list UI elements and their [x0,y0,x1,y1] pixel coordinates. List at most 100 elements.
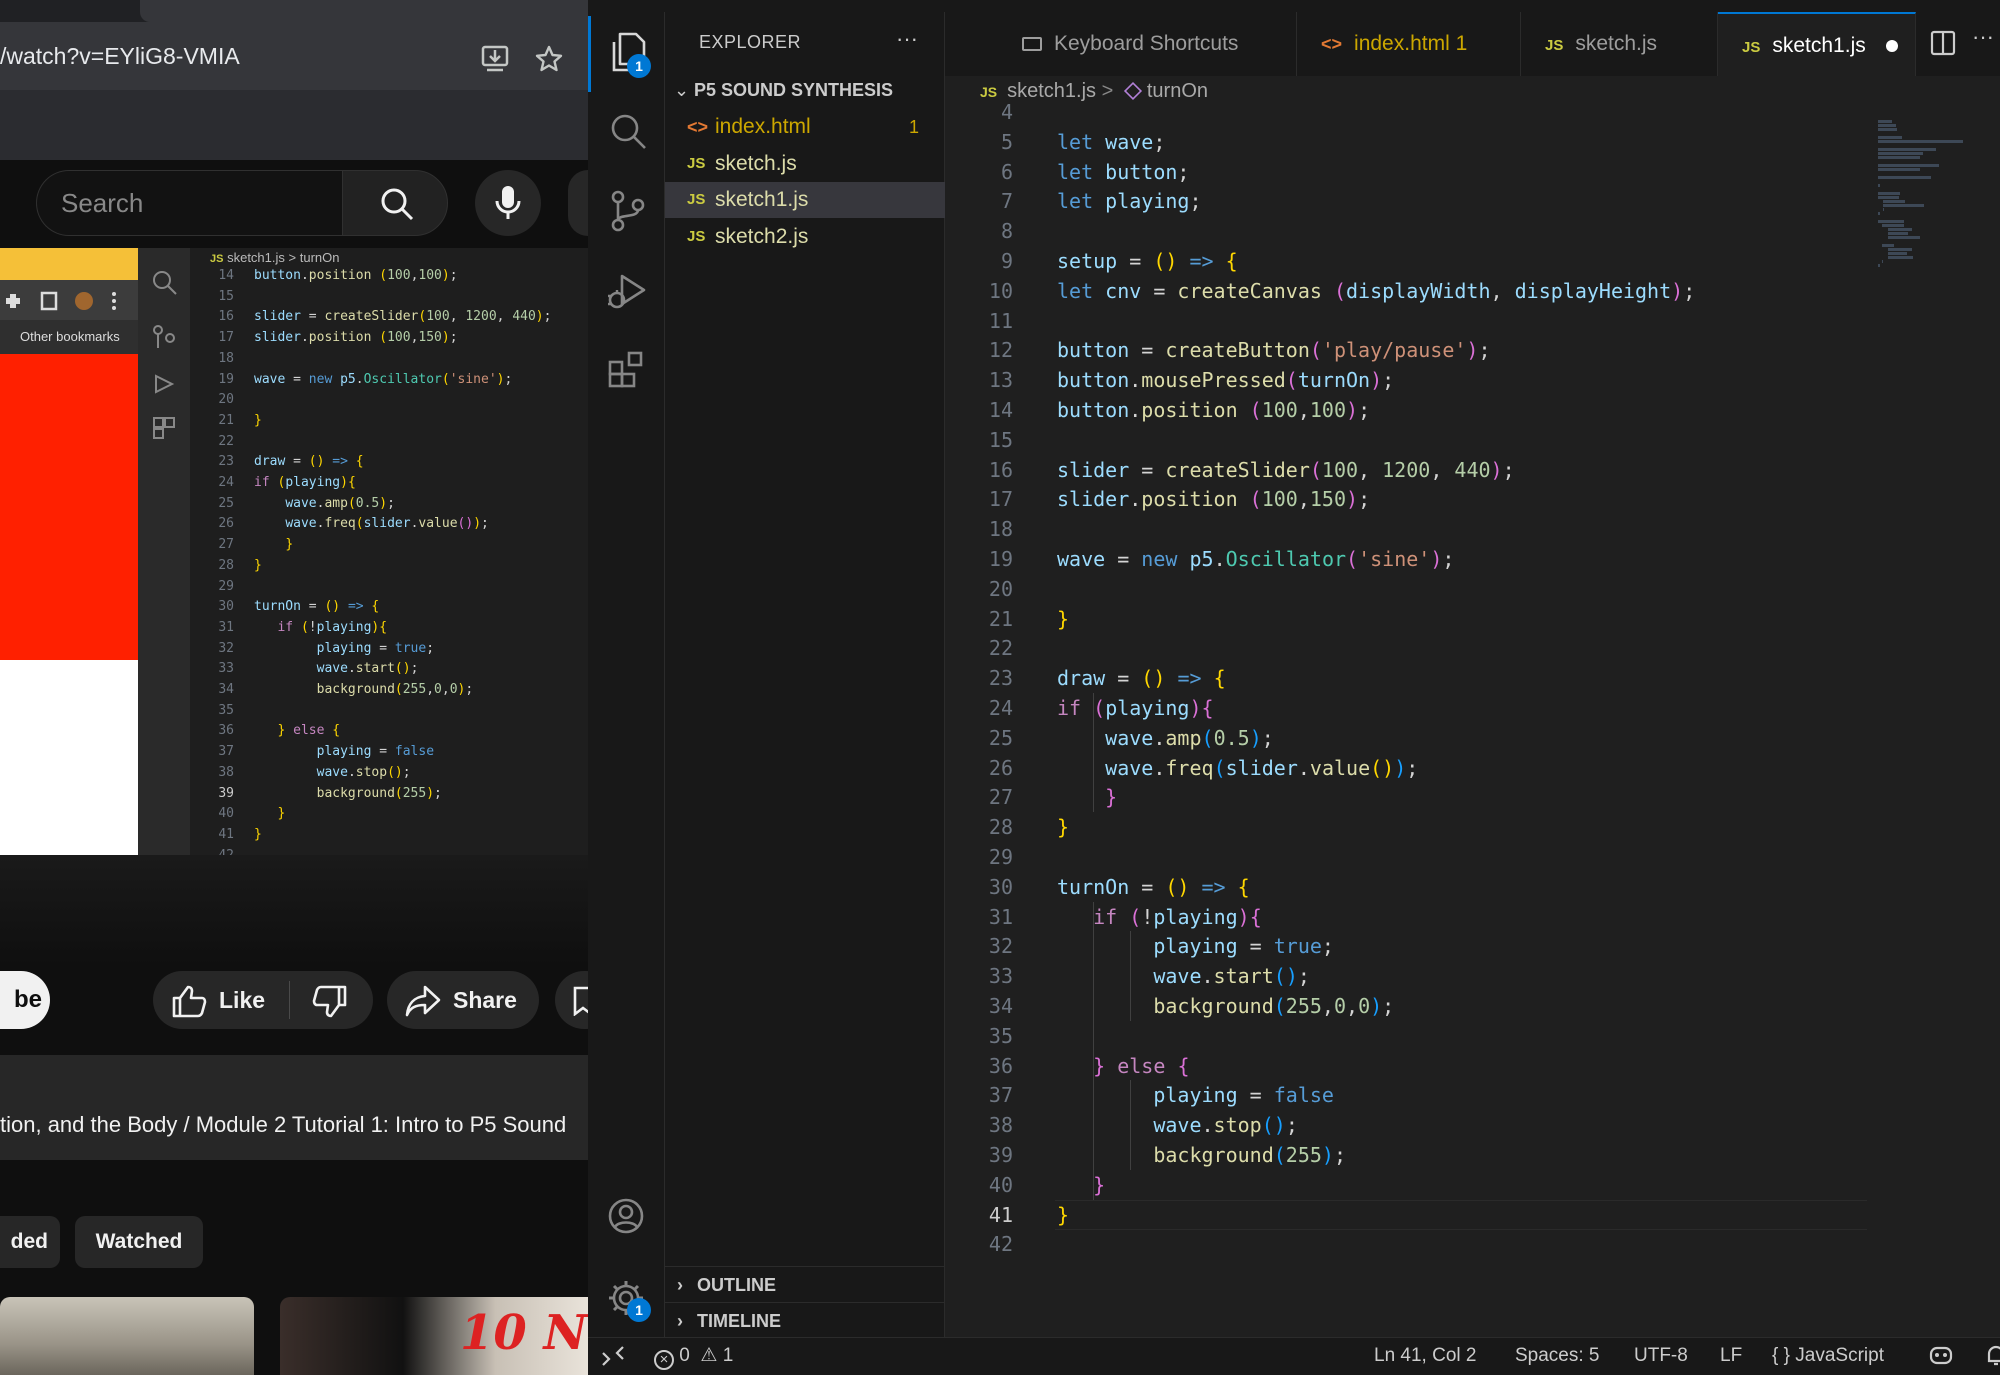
browser-tab[interactable] [140,0,588,22]
indent-guide [1130,931,1131,1021]
source-control-icon[interactable] [608,189,652,233]
editor-more-actions[interactable]: ··· [1972,24,1994,50]
split-editor-icon[interactable] [1930,30,1956,56]
share-button[interactable]: Share [387,971,539,1029]
code-line[interactable]: 40 } [945,1170,1105,1200]
code-line[interactable]: 15 [945,425,1013,455]
like-button[interactable]: Like [153,971,287,1029]
code-line[interactable]: 27 } [945,782,1117,812]
video-line-code: } [254,826,262,842]
code-line[interactable]: 23 draw = () => { [945,663,1226,693]
minimap[interactable] [1870,106,2000,1337]
extensions-icon[interactable] [607,350,651,394]
bookmark-star-icon[interactable] [534,44,564,74]
video-line-number: 26 [218,516,234,532]
code-line[interactable]: 22 [945,633,1013,663]
code-line[interactable]: 26 wave.freq(slider.value()); [945,753,1418,783]
indentation-setting[interactable]: Spaces: 5 [1515,1343,1600,1369]
tab-sketch1-js[interactable]: JS sketch1.js [1718,12,1916,76]
code-line[interactable]: 42 [945,1229,1013,1259]
voice-search-button[interactable] [475,170,541,236]
code-line[interactable]: 10 let cnv = createCanvas (displayWidth, … [945,276,1695,306]
code-line[interactable]: 20 [945,574,1013,604]
video-line-number: 24 [218,475,234,490]
file-sketch2-js[interactable]: JS sketch2.js [665,219,945,255]
video-code-line: 18 [190,351,254,371]
run-debug-icon[interactable] [606,270,650,314]
code-line[interactable]: 28} [945,812,1069,842]
code-line[interactable]: 12 button = createButton('play/pause'); [945,335,1491,365]
code-line[interactable]: 7 let playing; [945,186,1202,216]
search-button[interactable] [342,170,448,236]
code-line[interactable]: 30 turnOn = () => { [945,872,1250,902]
dislike-button[interactable] [292,971,372,1029]
code-line[interactable]: 21} [945,604,1069,634]
url-text[interactable]: /watch?v=EYliG8-VMIA [0,22,240,90]
search-icon [381,188,414,221]
minimap-line [1878,264,1880,267]
search-input[interactable]: Search [36,170,342,236]
code-line[interactable]: 9 setup = () => { [945,246,1238,276]
code-line[interactable]: 8 [945,216,1013,246]
explorer-more-button[interactable]: ··· [896,26,918,52]
notifications-bell-icon[interactable] [1984,1343,2000,1369]
recommended-video-thumbnail[interactable] [0,1297,254,1375]
code-line[interactable]: 37 playing = false [945,1080,1334,1110]
file-sketch1-js[interactable]: JS sketch1.js [665,182,945,218]
unsaved-dot-icon[interactable] [1886,40,1898,52]
code-line[interactable]: 25 wave.amp(0.5); [945,723,1274,753]
line-number: 15 [988,427,1013,452]
filter-chip-added[interactable]: ded [0,1216,60,1268]
code-line[interactable]: 34 background(255,0,0); [945,991,1394,1021]
code-line[interactable]: 24 if (playing){ [945,693,1214,723]
code-line[interactable]: 35 [945,1021,1013,1051]
video-line-number: 22 [218,433,234,449]
code-line[interactable]: 36 } else { [945,1051,1190,1081]
code-line[interactable]: 16 slider = createSlider(100, 1200, 440); [945,455,1515,485]
filter-chip-watched[interactable]: Watched [75,1216,203,1268]
code-line[interactable]: 29 [945,842,1013,872]
video-line-code: wave.start(); [316,661,419,677]
search-icon[interactable] [608,111,652,155]
code-line[interactable]: 17 slider.position (100,150); [945,484,1370,514]
code-line[interactable]: 41} [945,1200,1069,1230]
timeline-section-header[interactable]: › TIMELINE [665,1302,945,1338]
cursor-position[interactable]: Ln 41, Col 2 [1374,1343,1476,1369]
breadcrumb-file[interactable]: sketch1.js [1007,80,1096,102]
file-sketch-js[interactable]: JS sketch.js [665,146,945,182]
code-line[interactable]: 18 [945,514,1013,544]
tab-index-html[interactable]: <> index.html 1 [1297,12,1521,76]
code-line[interactable]: 38 wave.stop(); [945,1110,1298,1140]
problems-indicator[interactable]: × 0 ⚠ 1 [654,1343,733,1370]
tab-sketch-js[interactable]: JS sketch.js [1521,12,1718,76]
code-line[interactable]: 33 wave.start(); [945,961,1310,991]
video-description-box[interactable] [0,1055,588,1160]
code-line[interactable]: 39 background(255); [945,1140,1346,1170]
explorer-badge: 1 [627,54,651,78]
file-index-html[interactable]: <> index.html 1 [665,109,945,145]
code-line[interactable]: 31 if (!playing){ [945,902,1262,932]
code-line[interactable]: 14 button.position (100,100); [945,395,1370,425]
remote-indicator-icon[interactable] [600,1343,626,1369]
code-line[interactable]: 11 [945,306,1013,336]
code-line[interactable]: 5 let wave; [945,127,1165,157]
language-mode[interactable]: { } JavaScript [1772,1343,1884,1369]
encoding-setting[interactable]: UTF-8 [1634,1343,1688,1369]
indent-guide [1130,1080,1131,1170]
install-app-icon[interactable] [481,44,511,72]
breadcrumb-symbol[interactable]: turnOn [1147,80,1208,102]
tab-keyboard-shortcuts[interactable]: Keyboard Shortcuts [1000,12,1297,76]
code-line[interactable]: 6 let button; [945,157,1190,187]
account-icon[interactable] [606,1196,650,1240]
eol-setting[interactable]: LF [1720,1343,1742,1369]
outline-section-header[interactable]: › OUTLINE [665,1266,945,1302]
copilot-icon[interactable] [1928,1343,1956,1369]
code-line[interactable]: 13 button.mousePressed(turnOn); [945,365,1394,395]
code-line[interactable]: 19 wave = new p5.Oscillator('sine'); [945,544,1455,574]
code-line[interactable]: 4 [945,97,1013,127]
video-code-line: 26 wave.freq(slider.value()); [190,516,489,536]
recommended-video-thumbnail[interactable]: 10 N [280,1297,588,1375]
folder-header[interactable]: ⌄ P5 SOUND SYNTHESIS [674,80,893,101]
code-line[interactable]: 32 playing = true; [945,931,1334,961]
line-number: 24 [988,696,1013,720]
